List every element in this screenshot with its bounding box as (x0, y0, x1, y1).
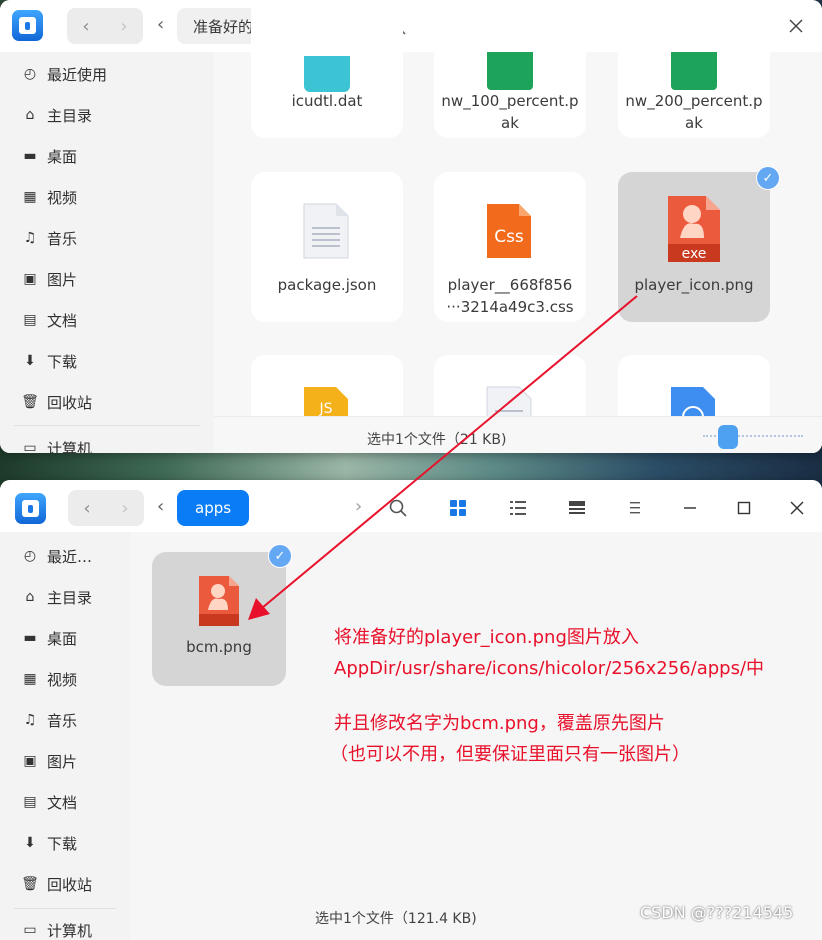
annotation-arrow (0, 0, 822, 930)
csdn-watermark: CSDN @???214545 (640, 903, 793, 922)
